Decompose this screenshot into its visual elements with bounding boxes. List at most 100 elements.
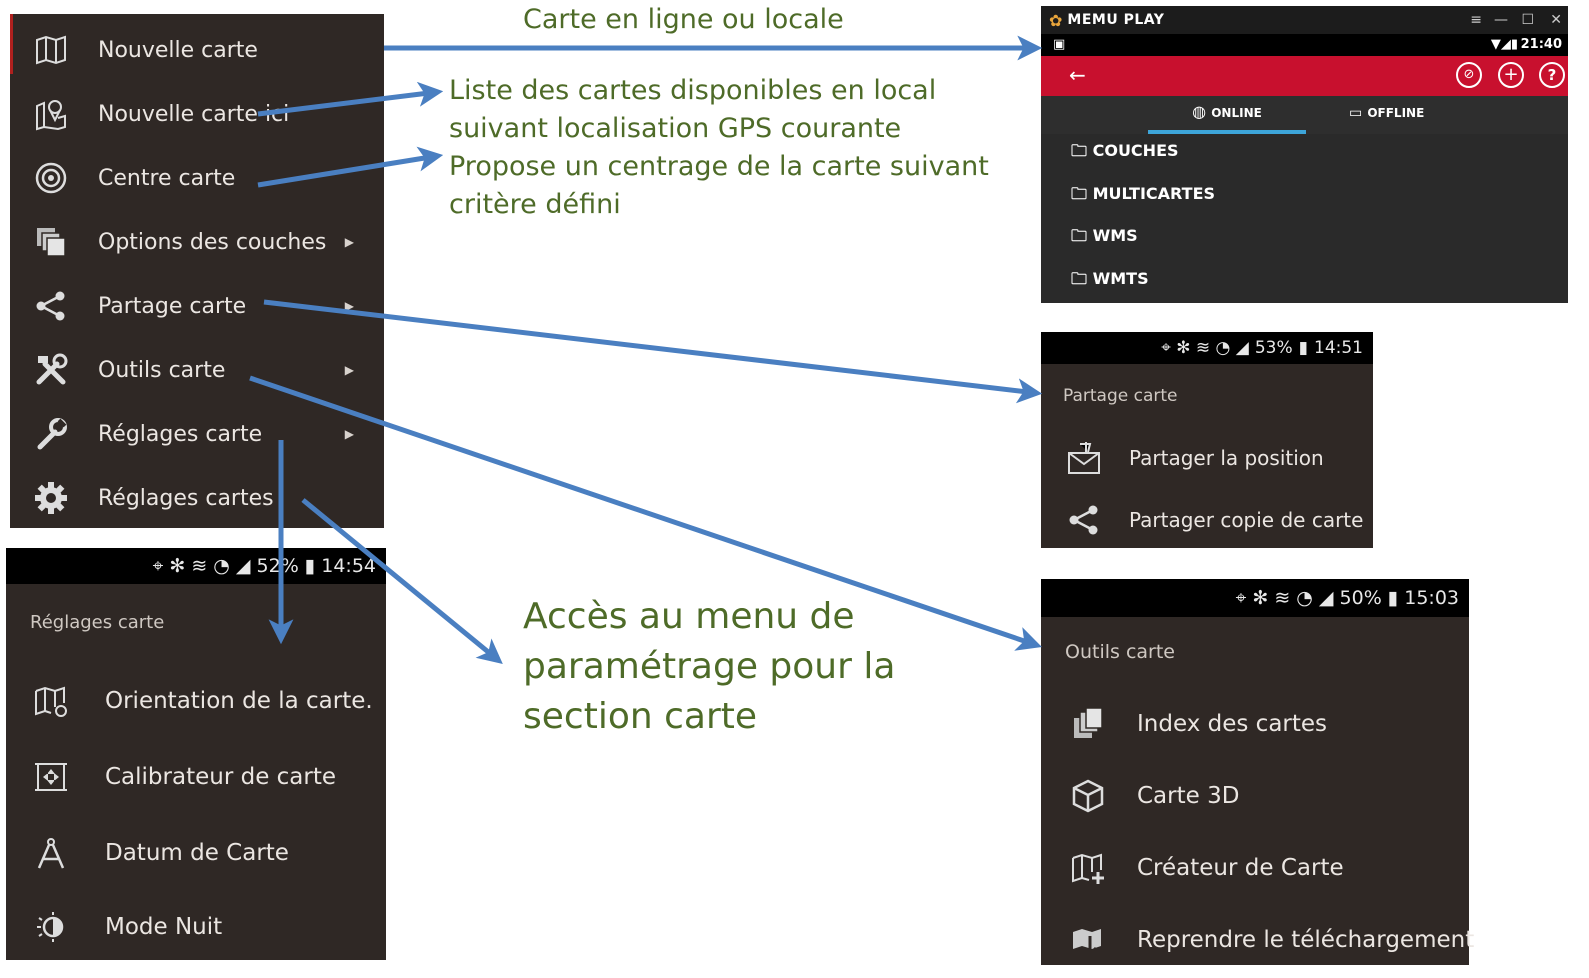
battery-level: 53%	[1254, 338, 1293, 358]
annotation-line: Accès au menu de	[523, 596, 855, 637]
menu-item-partager-copie[interactable]: Partager copie de carte	[1041, 490, 1373, 550]
menu-item-options-couches[interactable]: Options des couches ▶	[10, 210, 384, 274]
compass-icon	[32, 834, 70, 872]
folder-icon: 🗀	[1071, 269, 1088, 288]
hamburger-icon[interactable]: ≡	[1470, 12, 1482, 28]
target-icon	[32, 159, 70, 197]
menu-item-label: Reprendre le téléchargement	[1137, 927, 1475, 953]
menu-item-reglages-cartes[interactable]: Réglages cartes	[10, 466, 384, 530]
wrench-icon	[32, 415, 70, 453]
memu-title: MEMU PLAY	[1067, 12, 1165, 28]
map-index-icon	[1069, 705, 1107, 743]
memu-logo-icon: ✿	[1049, 10, 1063, 30]
tab-label: ONLINE	[1211, 106, 1262, 120]
menu-item-label: Nouvelle carte	[98, 37, 258, 63]
menu-item-label: Mode Nuit	[105, 914, 223, 940]
menu-item-outils-carte[interactable]: Outils carte ▶	[10, 338, 384, 402]
battery-level: 52%	[256, 555, 299, 577]
annotation-line: Liste des cartes disponibles en local	[449, 75, 937, 106]
folder-item[interactable]: 🗀 WMS	[1071, 225, 1138, 253]
menu-item-label: Partage carte	[98, 293, 247, 319]
annotation-line: critère défini	[449, 189, 621, 220]
add-icon[interactable]: +	[1498, 62, 1524, 88]
tab-online[interactable]: ◍ ONLINE	[1148, 96, 1306, 134]
tab-label: OFFLINE	[1367, 106, 1425, 120]
memu-window: ✿ MEMU PLAY ≡ — ☐ ✕ ▣ ▼◢▮ 21:40 ← ⊘ + ? …	[1041, 6, 1568, 303]
map-rotate-icon	[32, 682, 70, 720]
menu-item-centre-carte[interactable]: Centre carte	[10, 146, 384, 210]
layers-icon	[32, 223, 70, 261]
signal-icons: ▼◢▮	[1490, 37, 1518, 52]
storage-icon: ▭	[1349, 105, 1363, 121]
annotation-line: Propose un centrage de la carte suivant	[449, 151, 989, 182]
main-menu: Nouvelle carte Nouvelle carte ici Centre…	[10, 14, 384, 528]
share-panel: ⌖ ✻ ≋ ◔ ◢ 53% ▮ 14:51 Partage carte Part…	[1041, 332, 1373, 548]
clock: 14:51	[1314, 338, 1363, 358]
active-tab-indicator	[1148, 130, 1306, 134]
clock: 21:40	[1520, 37, 1562, 52]
tab-offline[interactable]: ▭ OFFLINE	[1349, 96, 1449, 134]
menu-item-datum[interactable]: Datum de Carte	[6, 818, 386, 888]
battery-icon: ▮	[304, 555, 316, 577]
map-add-icon	[1069, 849, 1107, 887]
maximize-icon[interactable]: ☐	[1521, 12, 1534, 28]
panel-title: Outils carte	[1065, 641, 1175, 663]
back-arrow-icon[interactable]: ←	[1069, 63, 1086, 87]
status-icons: ⌖ ✻ ≋ ◔ ◢	[1235, 587, 1334, 609]
status-icons: ⌖ ✻ ≋ ◔ ◢	[1161, 338, 1249, 358]
globe-off-icon[interactable]: ⊘	[1456, 62, 1482, 88]
android-statusbar: ▣ ▼◢▮ 21:40	[1041, 34, 1568, 56]
menu-item-label: Centre carte	[98, 165, 236, 191]
download-resume-icon	[1069, 921, 1107, 959]
menu-item-label: Outils carte	[98, 357, 226, 383]
clock: 14:54	[321, 555, 376, 577]
menu-item-createur-carte[interactable]: Créateur de Carte	[1041, 833, 1469, 903]
status-bar: ⌖ ✻ ≋ ◔ ◢ 53% ▮ 14:51	[1041, 332, 1373, 364]
menu-item-calibrateur[interactable]: Calibrateur de carte	[6, 742, 386, 812]
menu-item-orientation[interactable]: Orientation de la carte.	[6, 666, 386, 736]
minimize-icon[interactable]: —	[1494, 12, 1508, 28]
annotation-line: suivant localisation GPS courante	[449, 113, 902, 144]
menu-item-label: Créateur de Carte	[1137, 855, 1344, 881]
menu-item-partage-carte[interactable]: Partage carte ▶	[10, 274, 384, 338]
gear-icon	[32, 479, 70, 517]
menu-item-partager-position[interactable]: Partager la position	[1041, 428, 1373, 488]
annotation-settings-access: Accès au menu de paramétrage pour la sec…	[523, 592, 895, 742]
share-icon	[1065, 501, 1103, 539]
menu-item-label: Calibrateur de carte	[105, 764, 337, 790]
folder-label: WMTS	[1092, 269, 1149, 288]
folder-label: COUCHES	[1092, 141, 1179, 160]
panel-title: Partage carte	[1063, 386, 1178, 406]
submenu-arrow-icon: ▶	[344, 299, 354, 313]
tools-icon	[32, 351, 70, 389]
menu-item-nouvelle-carte[interactable]: Nouvelle carte	[10, 18, 384, 82]
menu-item-nouvelle-carte-ici[interactable]: Nouvelle carte ici	[10, 82, 384, 146]
folder-item[interactable]: 🗀 WMTS	[1071, 268, 1149, 296]
cube-icon	[1069, 777, 1107, 815]
status-bar: ⌖ ✻ ≋ ◔ ◢ 50% ▮ 15:03	[1041, 579, 1469, 617]
calibrate-icon	[32, 758, 70, 796]
menu-item-carte-3d[interactable]: Carte 3D	[1041, 761, 1469, 831]
clock: 15:03	[1404, 587, 1459, 609]
menu-item-index-cartes[interactable]: Index des cartes	[1041, 689, 1469, 759]
map-pin-icon	[32, 95, 70, 133]
folder-item[interactable]: 🗀 MULTICARTES	[1071, 183, 1215, 211]
close-icon[interactable]: ✕	[1550, 12, 1562, 28]
tools-panel: ⌖ ✻ ≋ ◔ ◢ 50% ▮ 15:03 Outils carte Index…	[1041, 579, 1474, 965]
panel-title: Réglages carte	[30, 612, 165, 633]
menu-item-label: Nouvelle carte ici	[98, 101, 290, 127]
menu-item-mode-nuit[interactable]: Mode Nuit	[6, 894, 386, 960]
submenu-arrow-icon: ▶	[344, 427, 354, 441]
status-bar: ⌖ ✻ ≋ ◔ ◢ 52% ▮ 14:54	[6, 548, 386, 584]
map-icon	[32, 31, 70, 69]
menu-item-label: Réglages carte	[98, 421, 263, 447]
menu-item-label: Partager la position	[1129, 446, 1324, 470]
share-icon	[32, 287, 70, 325]
menu-item-reglages-carte[interactable]: Réglages carte ▶	[10, 402, 384, 466]
menu-item-reprendre-telechargement[interactable]: Reprendre le téléchargement	[1041, 905, 1474, 975]
help-icon[interactable]: ?	[1539, 62, 1565, 88]
folder-icon: 🗀	[1071, 184, 1088, 203]
menu-item-label: Carte 3D	[1137, 783, 1240, 809]
folder-item[interactable]: 🗀 COUCHES	[1071, 140, 1179, 168]
submenu-arrow-icon: ▶	[344, 363, 354, 377]
